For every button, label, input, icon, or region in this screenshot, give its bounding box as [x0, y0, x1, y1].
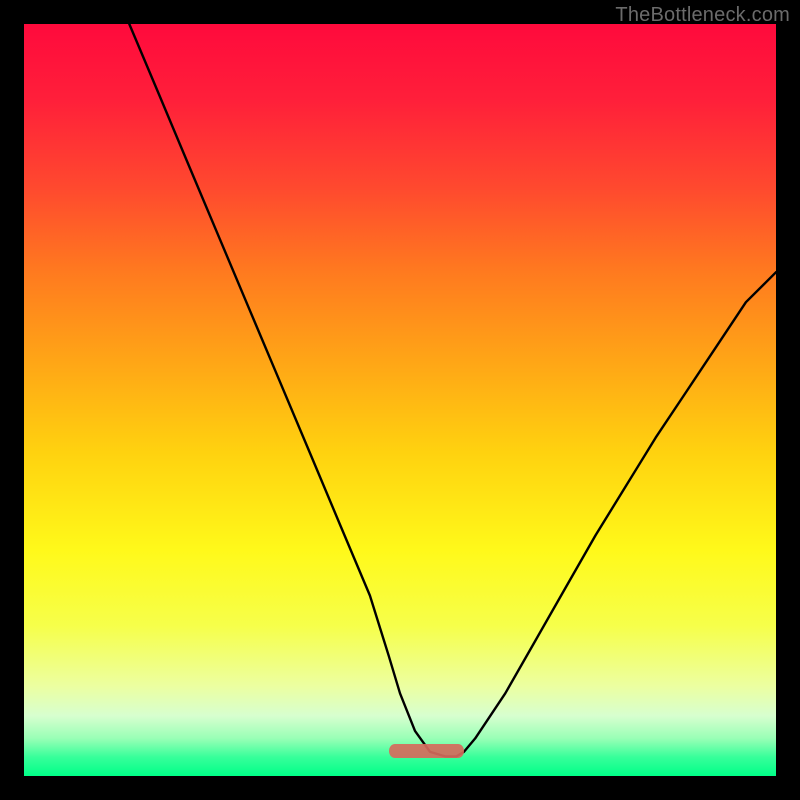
watermark-label: TheBottleneck.com [615, 4, 790, 27]
highlight-marker [389, 744, 464, 758]
plot-area [24, 24, 776, 776]
bottleneck-curve [24, 24, 776, 776]
chart-frame: TheBottleneck.com [0, 0, 800, 800]
